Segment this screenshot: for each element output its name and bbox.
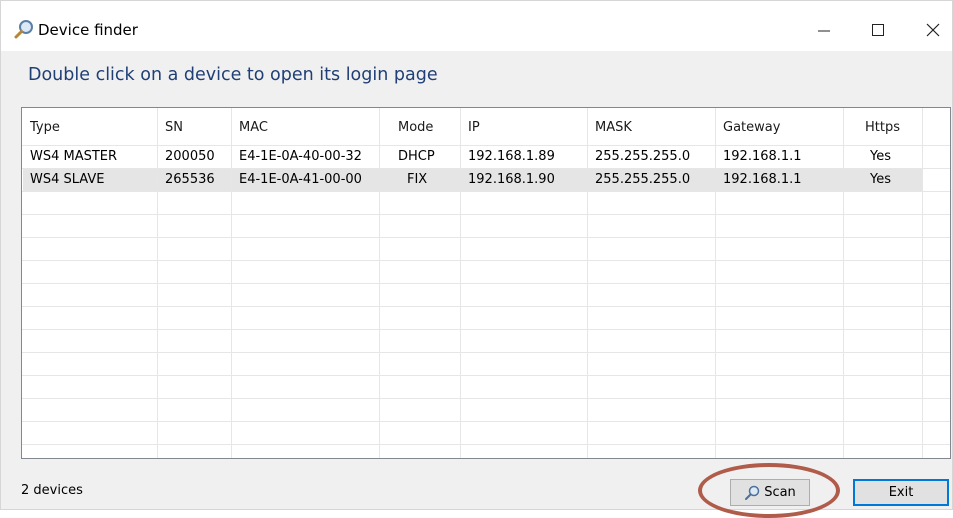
row-divider bbox=[22, 444, 950, 445]
row-divider bbox=[22, 306, 950, 307]
exit-button-label: Exit bbox=[888, 485, 914, 500]
cell-mask: 255.255.255.0 bbox=[595, 149, 691, 164]
minimize-icon bbox=[817, 22, 831, 41]
row-divider bbox=[22, 352, 950, 353]
row-divider bbox=[22, 168, 950, 169]
column-header-gateway[interactable]: Gateway bbox=[723, 120, 780, 136]
row-divider bbox=[22, 421, 950, 422]
row-divider bbox=[22, 283, 950, 284]
column-header-mac[interactable]: MAC bbox=[239, 120, 268, 136]
title-bar[interactable]: Device finder bbox=[1, 1, 952, 51]
row-divider bbox=[22, 375, 950, 376]
device-finder-window: Device finder Double click on a device t… bbox=[0, 0, 953, 518]
row-divider bbox=[22, 237, 950, 238]
column-header-mask[interactable]: MASK bbox=[595, 120, 632, 136]
cell-mode: FIX bbox=[407, 172, 428, 187]
column-header-sn[interactable]: SN bbox=[165, 120, 183, 136]
minimize-button[interactable] bbox=[804, 13, 844, 49]
window-title: Device finder bbox=[38, 21, 138, 39]
cell-type: WS4 SLAVE bbox=[30, 172, 105, 187]
scan-button-label: Scan bbox=[764, 485, 796, 500]
instruction-text: Double click on a device to open its log… bbox=[28, 65, 438, 85]
close-button[interactable] bbox=[913, 13, 953, 49]
column-header-mode[interactable]: Mode bbox=[398, 120, 433, 136]
cell-mac: E4-1E-0A-41-00-00 bbox=[239, 172, 362, 187]
maximize-icon bbox=[871, 22, 885, 41]
search-icon bbox=[744, 485, 760, 501]
cell-ip: 192.168.1.90 bbox=[468, 172, 555, 187]
column-header-ip[interactable]: IP bbox=[468, 120, 480, 136]
column-header-https[interactable]: Https bbox=[865, 120, 900, 136]
cell-gateway: 192.168.1.1 bbox=[723, 149, 802, 164]
cell-type: WS4 MASTER bbox=[30, 149, 118, 164]
cell-ip: 192.168.1.89 bbox=[468, 149, 555, 164]
column-header-type[interactable]: Type bbox=[30, 120, 60, 136]
cell-sn: 265536 bbox=[165, 172, 215, 187]
status-device-count: 2 devices bbox=[21, 483, 83, 498]
row-divider bbox=[22, 191, 950, 192]
search-icon bbox=[13, 19, 35, 41]
device-list[interactable]: Type SN MAC Mode IP MASK Gateway Https W… bbox=[21, 107, 951, 459]
maximize-button[interactable] bbox=[858, 13, 898, 49]
cell-https: Yes bbox=[870, 172, 891, 187]
cell-gateway: 192.168.1.1 bbox=[723, 172, 802, 187]
cell-https: Yes bbox=[870, 149, 891, 164]
row-divider bbox=[22, 214, 950, 215]
row-divider bbox=[22, 145, 950, 146]
row-divider bbox=[22, 329, 950, 330]
cell-mask: 255.255.255.0 bbox=[595, 172, 691, 187]
row-divider bbox=[22, 260, 950, 261]
cell-sn: 200050 bbox=[165, 149, 215, 164]
cell-mode: DHCP bbox=[398, 149, 435, 164]
cell-mac: E4-1E-0A-40-00-32 bbox=[239, 149, 362, 164]
exit-button[interactable]: Exit bbox=[853, 479, 949, 506]
row-divider bbox=[22, 398, 950, 399]
scan-button[interactable]: Scan bbox=[730, 479, 810, 506]
close-icon bbox=[926, 22, 940, 41]
